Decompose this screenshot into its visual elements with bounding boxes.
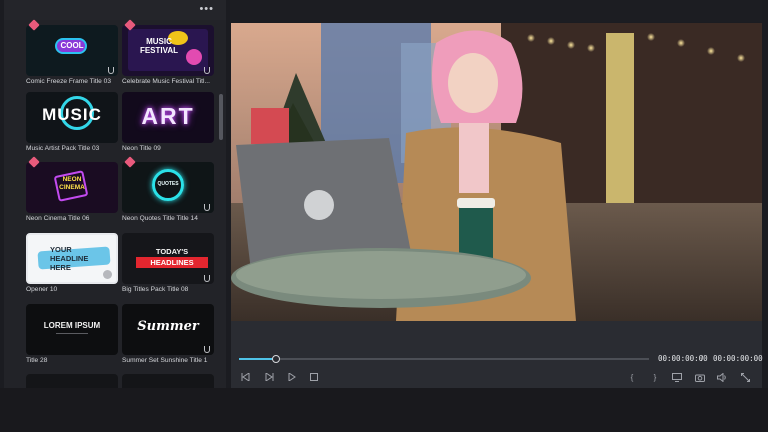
download-icon[interactable] (204, 67, 210, 74)
mark-out-icon[interactable]: } (650, 372, 660, 382)
snapshot-camera-icon[interactable] (695, 372, 705, 382)
fullscreen-icon[interactable] (740, 372, 750, 382)
thumbnail-text: MUSIC (42, 105, 102, 124)
panel-scrollbar[interactable] (219, 94, 223, 140)
title-caption: Opener 10 (26, 286, 58, 293)
player-controls: 00:00:00:00 / 00:00:00:00 { } (231, 321, 763, 388)
title-caption: Summer Set Sunshine Title 1 (122, 357, 208, 364)
playback-progress[interactable] (239, 358, 649, 360)
title-caption: Big Titles Pack Title 08 (122, 286, 189, 293)
editor-window: ••• COOL Comic Freeze Frame Title 03 MUS (0, 0, 768, 432)
thumbnail-text: COOL (60, 41, 84, 50)
title-grid: COOL Comic Freeze Frame Title 03 MUSIC F… (4, 0, 218, 388)
display-settings-icon[interactable] (672, 372, 682, 382)
thumbnail: NEON CINEMA (26, 162, 118, 213)
volume-icon[interactable] (717, 372, 727, 382)
total-timecode: 00:00:00:00 (713, 354, 763, 363)
title-caption: Neon Quotes Title Title 14 (122, 215, 198, 222)
thumbnail: MUSIC (26, 92, 118, 143)
mark-in-icon[interactable]: { (627, 372, 637, 382)
thumbnail-text-line2: HEADLINES (136, 257, 208, 268)
thumbnail-text: MUSIC FESTIVAL (139, 37, 179, 55)
download-icon[interactable] (204, 346, 210, 353)
title-caption: Celebrate Music Festival Titl... (122, 78, 210, 85)
progress-fill (239, 358, 276, 360)
video-frame (231, 23, 762, 321)
thumbnail: YOUR HEADLINE HERE (26, 233, 118, 284)
title-caption: Music Artist Pack Title 03 (26, 145, 100, 152)
thumbnail: LOREM IPSUM (26, 304, 118, 355)
title-caption: Title 28 (26, 357, 48, 364)
title-caption: Neon Cinema Title 06 (26, 215, 90, 222)
thumbnail-text-line1: TODAY'S (155, 247, 189, 256)
thumbnail (122, 374, 214, 388)
preview-top-bar (230, 0, 762, 22)
video-preview[interactable] (231, 23, 762, 321)
thumbnail (26, 374, 118, 388)
title-library-panel: ••• COOL Comic Freeze Frame Title 03 MUS (4, 0, 226, 388)
playhead-knob[interactable] (272, 355, 280, 363)
thumbnail: ART (122, 92, 214, 143)
thumbnail-text: LOREM IPSUM (43, 321, 101, 330)
thumbnail: MUSIC FESTIVAL (122, 25, 214, 76)
download-icon[interactable] (204, 275, 210, 282)
thumbnail-text: ART (141, 103, 195, 129)
thumbnail: TODAY'S HEADLINES (122, 233, 214, 284)
thumbnail-text: YOUR HEADLINE HERE (50, 245, 89, 272)
stop-icon[interactable] (309, 372, 319, 382)
play-icon[interactable] (287, 372, 297, 382)
next-frame-icon[interactable] (264, 372, 274, 382)
title-caption: Comic Freeze Frame Title 03 (26, 78, 112, 85)
thumbnail: QUOTES (122, 162, 214, 213)
download-icon[interactable] (108, 67, 114, 74)
thumbnail-text: Summer (137, 319, 199, 334)
thumbnail: Summer (122, 304, 214, 355)
thumbnail: COOL (26, 25, 118, 76)
download-icon[interactable] (204, 204, 210, 211)
thumbnail-text: NEON CINEMA (59, 176, 85, 191)
thumbnail-text: QUOTES (157, 181, 179, 187)
previous-frame-icon[interactable] (240, 372, 250, 382)
timecode-separator: / (701, 354, 704, 363)
title-caption: Neon Title 09 (122, 145, 161, 152)
bottom-bar (0, 388, 768, 432)
